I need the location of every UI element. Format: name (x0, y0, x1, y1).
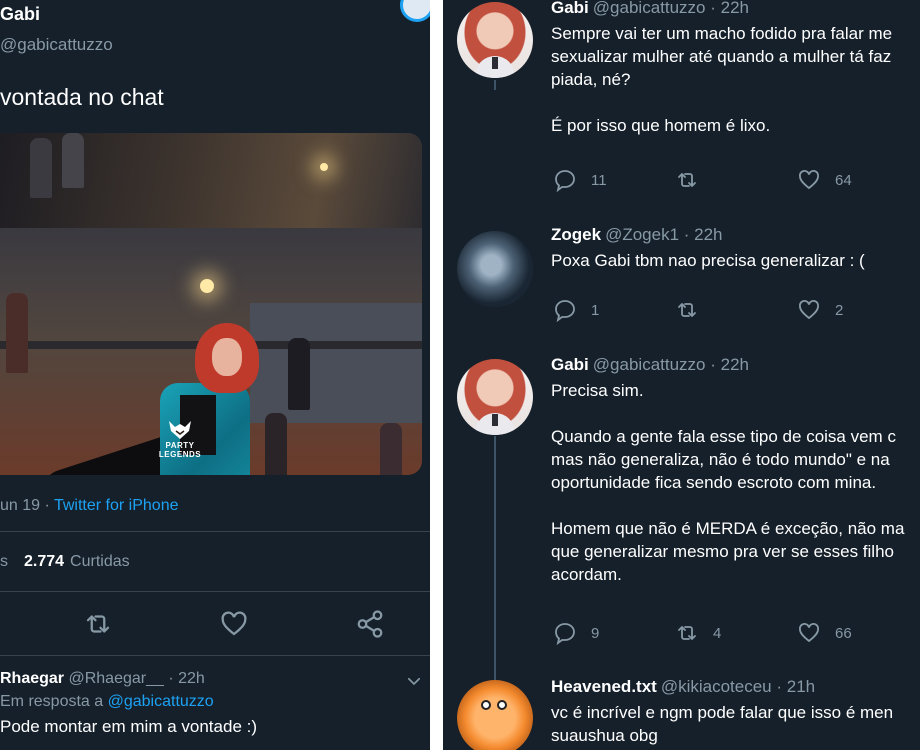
reply-bubble-icon (555, 300, 575, 322)
logo-line-1: PARTY (165, 441, 195, 450)
photo-figure (62, 133, 84, 188)
reply-time: · 22h (168, 670, 205, 687)
profile-avatar-icon[interactable] (400, 0, 430, 22)
retweet-action[interactable] (675, 298, 713, 322)
photo-figure (380, 423, 402, 475)
reply-count: 9 (591, 624, 600, 642)
in-reply-prefix: Em resposta a (0, 693, 104, 710)
reply-action[interactable]: 9 (553, 621, 599, 645)
like-action[interactable]: 2 (797, 298, 843, 322)
share-icon[interactable] (355, 609, 385, 639)
tweet-date: un 19 (0, 497, 41, 514)
stat-prefix: s (0, 553, 8, 570)
author-handle[interactable]: @gabicattuzzo (593, 355, 706, 374)
photo-face (212, 338, 242, 376)
photo-figure (6, 293, 28, 373)
avatar-eye (481, 700, 491, 710)
like-count: 64 (835, 171, 852, 189)
author-name[interactable]: Zogek (551, 225, 601, 244)
avatar[interactable] (457, 231, 533, 307)
like-count: 2 (835, 301, 844, 319)
retweet-icon (678, 173, 696, 187)
tweet-text: Precisa sim. Quando a gente fala esse ti… (551, 381, 905, 584)
avatar[interactable] (457, 680, 533, 750)
reply-bubble-icon (555, 170, 575, 192)
reply-header: Rhaegar @Rhaegar__ · 22h (0, 670, 205, 688)
tweet-text: Poxa Gabi tbm nao precisa generalizar : … (551, 251, 865, 270)
thread-line (494, 80, 496, 90)
like-heart-icon (799, 623, 819, 643)
fox-logo-icon (169, 421, 191, 439)
chevron-down-icon[interactable] (405, 672, 423, 690)
right-thread-panel: Gabi @gabicattuzzo · 22h Sempre vai ter u… (443, 0, 920, 750)
avatar-eye (497, 700, 507, 710)
like-count: 66 (835, 624, 852, 642)
like-action[interactable]: 66 (797, 621, 852, 645)
reply-author-handle[interactable]: @Rhaegar__ (68, 670, 163, 687)
reply-author-name[interactable]: Rhaegar (0, 670, 64, 687)
photo-wall (250, 303, 422, 423)
retweet-icon (678, 626, 696, 640)
tweet-time: · 22h (683, 225, 723, 244)
in-reply-to: Em resposta a @gabicattuzzo (0, 693, 214, 711)
like-heart-icon[interactable] (219, 609, 249, 639)
tweet-photo[interactable]: PARTY LEGENDS (0, 133, 422, 475)
mention-link[interactable]: @gabicattuzzo (108, 693, 214, 710)
likes-count: 2.774 (24, 553, 65, 570)
tweet-time: · 21h (776, 677, 816, 696)
reply-count: 1 (591, 301, 600, 319)
meta-separator: · (40, 497, 54, 514)
reply-bubble-icon (555, 623, 575, 645)
author-name[interactable]: Gabi (551, 0, 589, 17)
retweet-icon (678, 303, 696, 317)
tweet-header: Gabi @gabicattuzzo · 22h (551, 355, 749, 375)
reply-action[interactable]: 1 (553, 298, 599, 322)
tweet-client-link[interactable]: Twitter for iPhone (54, 497, 179, 514)
thread-line (494, 436, 496, 680)
logo-line-2: LEGENDS (158, 450, 202, 459)
author-handle[interactable]: @gabicattuzzo (0, 35, 113, 55)
tweet-header: Heavened.txt @kikiacoteceu · 21h (551, 677, 815, 697)
tweet-text: Sempre vai ter um macho fodido pra falar… (551, 24, 893, 135)
left-tweet-panel: Gabi @gabicattuzzo vontada no chat PARTY (0, 0, 430, 750)
retweet-action[interactable] (675, 168, 713, 192)
reply-text: Pode montar em mim a vontade :) (0, 717, 258, 736)
avatar[interactable] (457, 2, 533, 78)
like-heart-icon (799, 300, 819, 320)
photo-figure (30, 138, 52, 198)
divider (0, 531, 430, 532)
divider (0, 655, 430, 656)
author-handle[interactable]: @kikiacoteceu (661, 677, 772, 696)
reply-action[interactable]: 11 (553, 168, 607, 192)
tweet-meta: un 19 · Twitter for iPhone (0, 497, 178, 515)
author-handle[interactable]: @Zogek1 (605, 225, 679, 244)
photo-light (320, 163, 328, 171)
like-heart-icon (799, 170, 819, 190)
author-name[interactable]: Gabi (551, 355, 589, 374)
party-legends-logo: PARTY LEGENDS (150, 419, 210, 459)
author-name[interactable]: Heavened.txt (551, 677, 657, 696)
tweet-time: · 22h (710, 0, 749, 17)
likes-stat[interactable]: s 2.774 Curtidas (0, 553, 130, 571)
photo-light (200, 279, 214, 293)
retweet-count: 4 (713, 624, 722, 642)
photo-figure (265, 413, 287, 475)
author-name[interactable]: Gabi (0, 4, 40, 25)
reply-count: 11 (591, 171, 607, 189)
avatar[interactable] (457, 359, 533, 435)
retweet-icon[interactable] (83, 609, 113, 639)
like-action[interactable]: 64 (797, 168, 852, 192)
likes-label: Curtidas (70, 553, 130, 570)
divider (0, 591, 430, 592)
retweet-action[interactable]: 4 (675, 621, 721, 645)
tweet-text: vc é incrível e ngm pode falar que isso … (551, 703, 894, 745)
author-handle[interactable]: @gabicattuzzo (593, 0, 706, 17)
photo-figure (288, 338, 310, 410)
tweet-header: Zogek @Zogek1 · 22h (551, 225, 723, 245)
tweet-text: vontada no chat (0, 84, 164, 110)
tweet-time: · 22h (710, 355, 749, 374)
tweet-header: Gabi @gabicattuzzo · 22h (551, 0, 749, 18)
